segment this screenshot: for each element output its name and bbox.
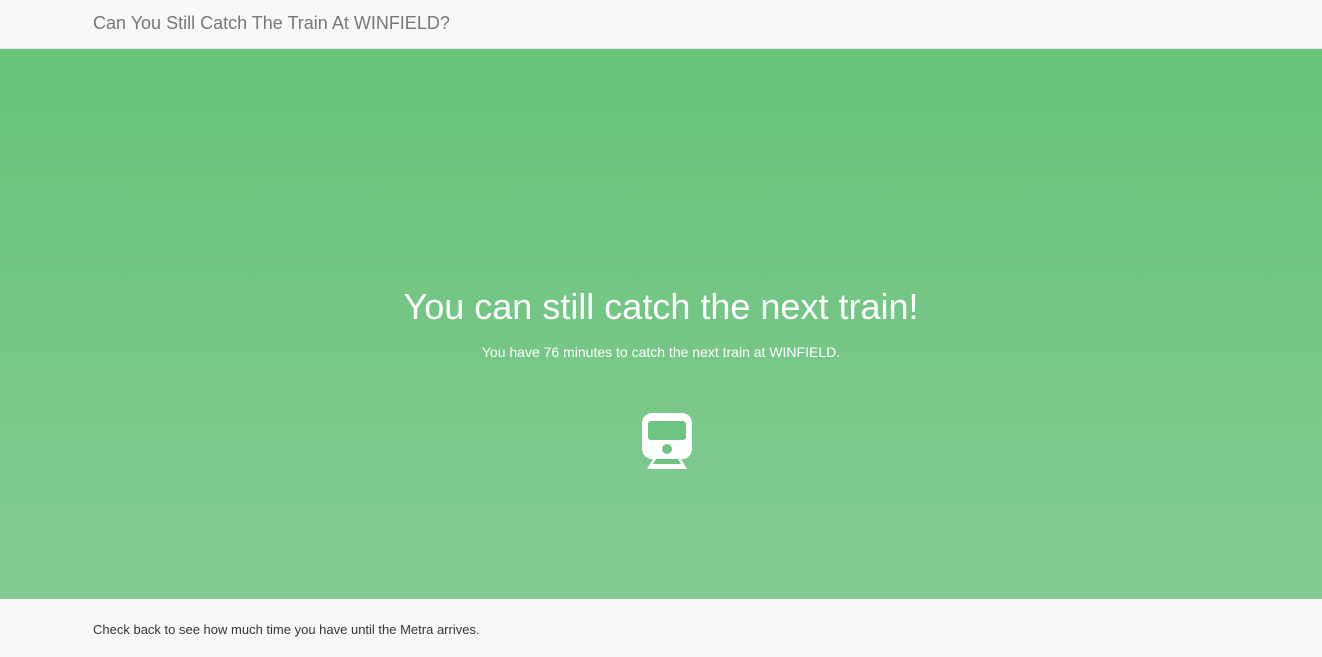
- train-icon: [642, 413, 692, 469]
- footer-note: Check back to see how much time you have…: [93, 622, 480, 637]
- status-banner: You can still catch the next train! You …: [0, 49, 1322, 599]
- minutes-remaining-message: You have 76 minutes to catch the next tr…: [481, 344, 841, 360]
- footer: Check back to see how much time you have…: [0, 599, 1322, 657]
- site-title-link[interactable]: Can You Still Catch The Train At WINFIEL…: [93, 13, 450, 34]
- status-headline: You can still catch the next train!: [403, 286, 919, 327]
- navbar: Can You Still Catch The Train At WINFIEL…: [0, 0, 1322, 49]
